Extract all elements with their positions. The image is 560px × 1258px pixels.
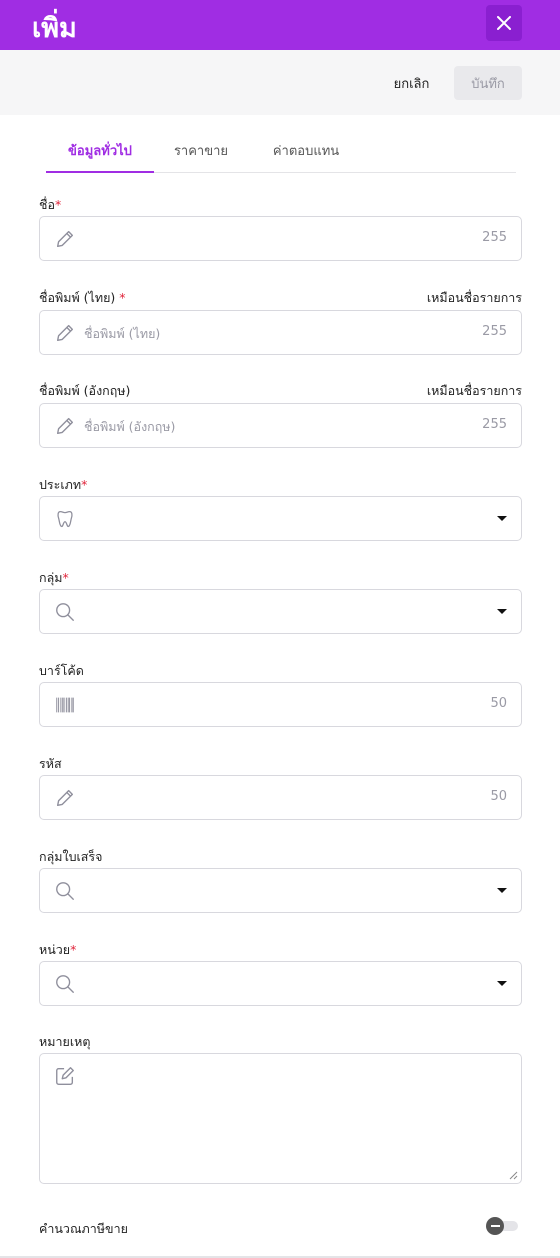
chevron-down-icon: [497, 888, 507, 893]
code-char-limit: 50: [490, 789, 507, 804]
type-select[interactable]: [39, 496, 522, 541]
group-select[interactable]: [39, 589, 522, 634]
print-name-th-input[interactable]: ชื่อพิมพ์ (ไทย) 255: [39, 310, 522, 355]
search-icon: [56, 975, 74, 993]
required-mark: *: [81, 477, 88, 492]
toggle-knob: [486, 1217, 504, 1235]
chevron-down-icon: [497, 981, 507, 986]
required-mark: *: [119, 290, 126, 305]
note-label: หมายเหตุ: [39, 1034, 91, 1049]
close-icon: [497, 16, 511, 30]
required-mark: *: [55, 197, 62, 212]
sales-tax-label: คำนวณภาษีขาย: [39, 1221, 128, 1236]
print-name-en-input[interactable]: ชื่อพิมพ์ (อังกฤษ) 255: [39, 403, 522, 448]
name-char-limit: 255: [482, 230, 507, 245]
receipt-group-label: กลุ่มใบเสร็จ: [39, 849, 103, 864]
edit-box-icon: [56, 1067, 74, 1085]
same-as-name-link-en[interactable]: เหมือนชื่อรายการ: [427, 381, 522, 401]
search-icon: [56, 882, 74, 900]
barcode-label: บาร์โค้ด: [39, 663, 84, 678]
print-name-en-placeholder: ชื่อพิมพ์ (อังกฤษ): [84, 419, 176, 434]
print-name-th-placeholder: ชื่อพิมพ์ (ไทย): [84, 326, 161, 341]
print-name-th-char-limit: 255: [482, 324, 507, 339]
close-button[interactable]: [486, 5, 522, 41]
code-input[interactable]: 50: [39, 775, 522, 820]
tab-compensation[interactable]: ค่าตอบแทน: [260, 128, 352, 172]
pencil-icon: [56, 230, 74, 248]
tab-bar: ข้อมูลทั่วไป ราคาขาย ค่าตอบแทน: [46, 128, 516, 173]
barcode-icon: [56, 697, 74, 713]
search-icon: [56, 603, 74, 621]
group-label: กลุ่ม*: [39, 570, 69, 585]
unit-select[interactable]: [39, 961, 522, 1006]
type-label: ประเภท*: [39, 477, 88, 492]
barcode-input[interactable]: 50: [39, 682, 522, 727]
required-mark: *: [70, 942, 77, 957]
name-label: ชื่อ*: [39, 197, 62, 212]
same-as-name-link-th[interactable]: เหมือนชื่อรายการ: [427, 288, 522, 308]
print-name-en-char-limit: 255: [482, 417, 507, 432]
resize-handle-icon[interactable]: [508, 1170, 518, 1180]
required-mark: *: [62, 570, 69, 585]
barcode-char-limit: 50: [490, 696, 507, 711]
pencil-icon: [56, 789, 74, 807]
chevron-down-icon: [497, 609, 507, 614]
action-bar: ยกเลิก บันทึก: [0, 50, 560, 115]
tab-price[interactable]: ราคาขาย: [162, 128, 240, 172]
tab-general[interactable]: ข้อมูลทั่วไป: [46, 128, 154, 172]
receipt-group-select[interactable]: [39, 868, 522, 913]
tooth-icon: [57, 511, 73, 528]
sales-tax-toggle[interactable]: [486, 1217, 519, 1235]
save-button[interactable]: บันทึก: [454, 66, 522, 100]
name-input[interactable]: 255: [39, 216, 522, 261]
tab-active-indicator: [46, 171, 154, 173]
print-name-en-label: ชื่อพิมพ์ (อังกฤษ): [39, 383, 131, 398]
unit-label: หน่วย*: [39, 942, 77, 957]
modal-title: เพิ่ม: [32, 13, 77, 44]
pencil-icon: [56, 417, 74, 435]
code-label: รหัส: [39, 756, 62, 771]
chevron-down-icon: [497, 516, 507, 521]
note-textarea[interactable]: [39, 1053, 522, 1184]
cancel-button[interactable]: ยกเลิก: [380, 66, 443, 100]
print-name-th-label: ชื่อพิมพ์ (ไทย) *: [39, 290, 126, 305]
modal-header: เพิ่ม: [0, 0, 560, 50]
pencil-icon: [56, 324, 74, 342]
